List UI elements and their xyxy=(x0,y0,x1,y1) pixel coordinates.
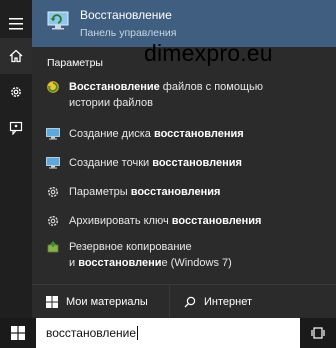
windows-logo-icon xyxy=(46,296,58,308)
gear-icon xyxy=(11,87,21,97)
feedback-button[interactable] xyxy=(0,110,32,146)
home-button[interactable] xyxy=(0,38,32,74)
result-label: Резервное копирование и восстановление (… xyxy=(69,241,232,269)
backup-restore-icon xyxy=(46,240,60,254)
tab-web-label: Интернет xyxy=(204,296,252,308)
taskbar: восстановление xyxy=(0,318,336,348)
section-header-settings: Параметры xyxy=(47,57,103,69)
text-caret xyxy=(137,326,139,341)
recovery-monitor-icon xyxy=(46,9,70,31)
best-match-subtitle: Панель управления xyxy=(80,27,177,39)
search-icon xyxy=(184,296,196,308)
search-input-value: восстановление xyxy=(46,325,139,341)
task-view-icon xyxy=(311,327,325,339)
search-results-panel: Восстановление Панель управления dimexpr… xyxy=(32,0,336,319)
hamburger-icon xyxy=(9,18,23,30)
result-label: Параметры восстановления xyxy=(69,185,221,198)
gear-icon xyxy=(46,214,60,228)
tab-my-stuff-label: Мои материалы xyxy=(66,296,148,308)
home-icon xyxy=(9,49,23,63)
search-scope-tabs: Мои материалы Интернет xyxy=(32,284,336,319)
start-sidebar xyxy=(0,0,32,318)
settings-button[interactable] xyxy=(0,74,32,110)
result-recovery-settings[interactable]: Параметры восстановления xyxy=(32,177,336,206)
result-create-restore-point[interactable]: Создание точки восстановления xyxy=(32,148,336,177)
result-label: Создание точки восстановления xyxy=(69,156,242,169)
task-view-button[interactable] xyxy=(300,318,336,348)
result-backup-recovery-key[interactable]: Архивировать ключ восстановления xyxy=(32,206,336,235)
start-button[interactable] xyxy=(0,318,36,348)
tab-web[interactable]: Интернет xyxy=(169,285,336,319)
feedback-icon xyxy=(9,121,23,135)
result-create-recovery-drive[interactable]: Создание диска восстановления xyxy=(32,119,336,148)
result-label: Восстановление файлов с помощью истории … xyxy=(69,81,264,109)
tab-my-stuff[interactable]: Мои материалы xyxy=(32,285,168,319)
monitor-icon xyxy=(46,156,60,170)
watermark-text: dimexpro.eu xyxy=(144,40,273,66)
result-file-history[interactable]: Восстановление файлов с помощью истории … xyxy=(32,75,336,119)
monitor-icon xyxy=(46,127,60,141)
result-backup-restore-win7[interactable]: Резервное копирование и восстановление (… xyxy=(32,235,336,279)
results-list: Восстановление файлов с помощью истории … xyxy=(32,75,336,279)
file-history-icon xyxy=(46,80,60,94)
windows-logo-icon xyxy=(11,326,25,340)
best-match-title: Восстановление xyxy=(80,8,172,22)
result-label: Создание диска восстановления xyxy=(69,127,244,140)
taskbar-search-input[interactable]: восстановление xyxy=(36,318,300,348)
hamburger-menu-button[interactable] xyxy=(0,6,32,42)
gear-icon xyxy=(46,185,60,199)
result-label: Архивировать ключ восстановления xyxy=(69,214,262,227)
